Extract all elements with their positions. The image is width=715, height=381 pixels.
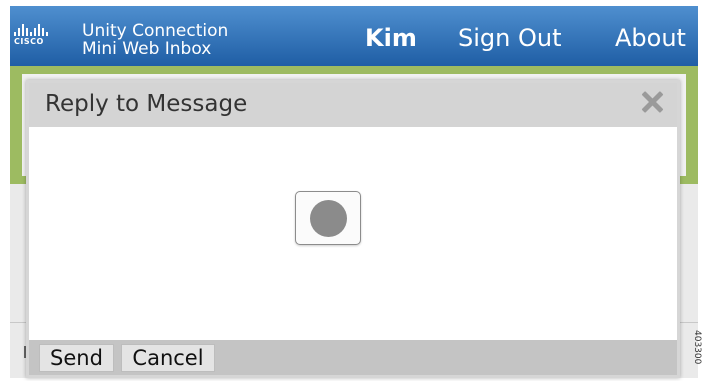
dialog-title: Reply to Message: [45, 91, 248, 117]
app-title-line2: Mini Web Inbox: [82, 39, 212, 59]
record-button[interactable]: [295, 191, 361, 245]
app-title: Unity Connection Mini Web Inbox: [82, 22, 228, 58]
figure-code: 403300: [692, 330, 702, 365]
sign-out-link[interactable]: Sign Out: [458, 24, 562, 52]
reply-dialog: Reply to Message Send Cancel: [26, 80, 680, 378]
top-bar: CISCO Unity Connection Mini Web Inbox Ki…: [10, 6, 698, 66]
cisco-logo-bars: [14, 24, 62, 36]
about-link[interactable]: About: [615, 24, 686, 52]
dialog-header: Reply to Message: [29, 83, 677, 127]
cancel-button[interactable]: Cancel: [121, 344, 215, 372]
close-icon[interactable]: [641, 91, 663, 113]
send-button[interactable]: Send: [39, 344, 114, 372]
record-icon: [310, 200, 347, 237]
app-title-line1: Unity Connection: [82, 21, 229, 41]
cisco-logo: CISCO: [14, 24, 62, 52]
cisco-logo-text: CISCO: [14, 37, 44, 46]
dialog-footer: Send Cancel: [29, 340, 677, 375]
user-name: Kim: [365, 24, 417, 52]
